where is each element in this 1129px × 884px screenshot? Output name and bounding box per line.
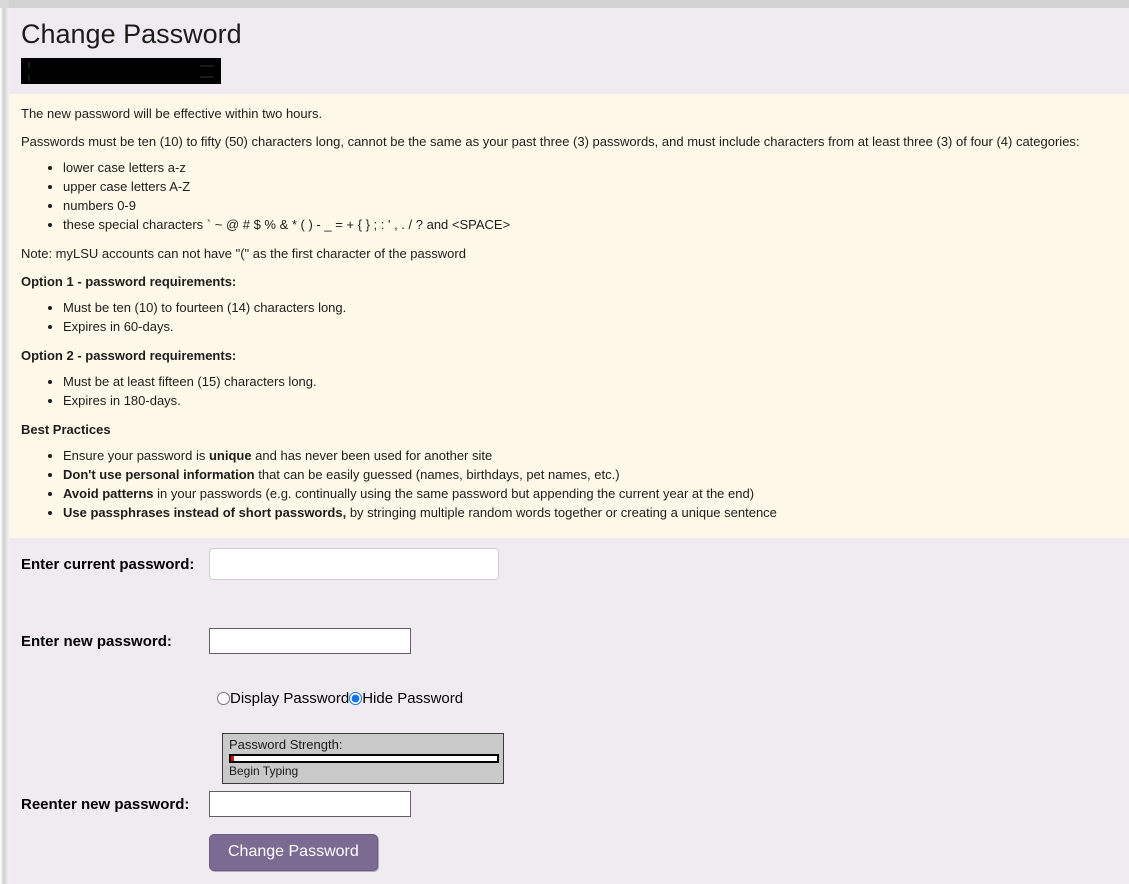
redacted-account-field[interactable]	[21, 58, 221, 84]
best-practices-heading: Best Practices	[21, 422, 111, 437]
redaction-mark	[28, 62, 30, 68]
password-strength-bar	[229, 754, 499, 763]
effective-notice: The new password will be effective withi…	[21, 106, 323, 121]
option-1-heading: Option 1 - password requirements:	[21, 268, 1121, 296]
list-item: Ensure your password is unique and has n…	[63, 446, 1121, 465]
hide-password-label: Hide Password	[362, 690, 464, 707]
display-password-option[interactable]: Display Password	[217, 690, 349, 707]
page-left-gutter	[0, 0, 9, 884]
redaction-mark	[28, 75, 30, 81]
redaction-mark	[200, 65, 214, 67]
list-item: numbers 0-9	[63, 196, 1121, 215]
bp-tail: that can be easily guessed (names, birth…	[254, 467, 620, 482]
change-password-button[interactable]: Change Password	[209, 834, 378, 871]
bp-tail: by stringing multiple random words toget…	[346, 505, 777, 520]
new-password-row: Enter new password:	[21, 628, 411, 654]
hide-password-option[interactable]: Hide Password	[349, 690, 463, 707]
password-visibility-radio-group: Display Password Hide Password	[217, 690, 463, 707]
list-item: Must be at least fifteen (15) characters…	[63, 372, 1121, 391]
display-password-label: Display Password	[230, 690, 350, 707]
option-1-heading-strong: Option 1	[21, 274, 74, 289]
redaction-mark	[200, 76, 214, 78]
bp-lead: Ensure your password is	[63, 448, 209, 463]
password-strength-bar-fill	[231, 756, 234, 761]
document-body: Change Password The new password will be…	[9, 8, 1129, 884]
list-item: these special characters ` ~ @ # $ % & *…	[63, 215, 1121, 234]
reenter-password-row: Reenter new password:	[21, 791, 411, 817]
hide-password-radio[interactable]	[349, 692, 363, 705]
bp-tail: in your passwords (e.g. continually usin…	[153, 486, 755, 501]
option-2-heading-strong: Option 2	[21, 348, 74, 363]
current-password-row: Enter current password:	[21, 548, 499, 580]
list-item: Don't use personal information that can …	[63, 465, 1121, 484]
bp-tail: and has never been used for another site	[251, 448, 493, 463]
list-item: upper case letters A-Z	[63, 177, 1121, 196]
option-2-heading: Option 2 - password requirements:	[21, 342, 1121, 370]
option-2-heading-rest: - password requirements:	[73, 348, 237, 363]
option-1-list: Must be ten (10) to fourteen (14) charac…	[21, 296, 1121, 342]
new-password-input[interactable]	[209, 628, 411, 654]
reenter-password-label: Reenter new password:	[21, 795, 190, 813]
current-password-input[interactable]	[209, 548, 499, 580]
option-2-list: Must be at least fifteen (15) characters…	[21, 370, 1121, 416]
password-strength-label: Password Strength:	[229, 737, 343, 752]
bp-bold: Avoid patterns	[63, 486, 154, 501]
list-item: Expires in 60-days.	[63, 317, 1121, 336]
list-item: lower case letters a-z	[63, 158, 1121, 177]
list-item: Avoid patterns in your passwords (e.g. c…	[63, 484, 1121, 503]
new-password-label: Enter new password:	[21, 632, 172, 650]
page-frame: Change Password The new password will be…	[0, 0, 1129, 884]
best-practices-list: Ensure your password is unique and has n…	[21, 444, 1121, 528]
requirements-intro: Passwords must be ten (10) to fifty (50)…	[21, 134, 1080, 149]
bp-bold: Don't use personal information	[63, 467, 255, 482]
mylsu-note: Note: myLSU accounts can not have "(" as…	[21, 246, 466, 261]
password-strength-widget: Password Strength: Begin Typing	[222, 733, 504, 784]
option-1-heading-rest: - password requirements:	[73, 274, 237, 289]
password-strength-status: Begin Typing	[229, 764, 299, 778]
password-instructions: The new password will be effective withi…	[9, 94, 1129, 538]
list-item: Expires in 180-days.	[63, 391, 1121, 410]
display-password-radio[interactable]	[217, 692, 230, 705]
change-password-form: Enter current password: Enter new passwo…	[9, 538, 1129, 884]
reenter-password-input[interactable]	[209, 791, 411, 817]
window-top-strip	[0, 0, 1129, 8]
bp-bold: Use passphrases instead of short passwor…	[63, 505, 347, 520]
submit-row: Change Password	[209, 834, 378, 871]
page-left-gutter-top	[0, 0, 9, 8]
bp-bold: unique	[208, 448, 252, 463]
current-password-label: Enter current password:	[21, 555, 195, 573]
list-item: Use passphrases instead of short passwor…	[63, 503, 1121, 522]
list-item: Must be ten (10) to fourteen (14) charac…	[63, 298, 1121, 317]
page-title: Change Password	[21, 19, 242, 49]
character-categories-list: lower case letters a-z upper case letter…	[21, 156, 1121, 240]
page-header: Change Password	[9, 8, 1129, 94]
